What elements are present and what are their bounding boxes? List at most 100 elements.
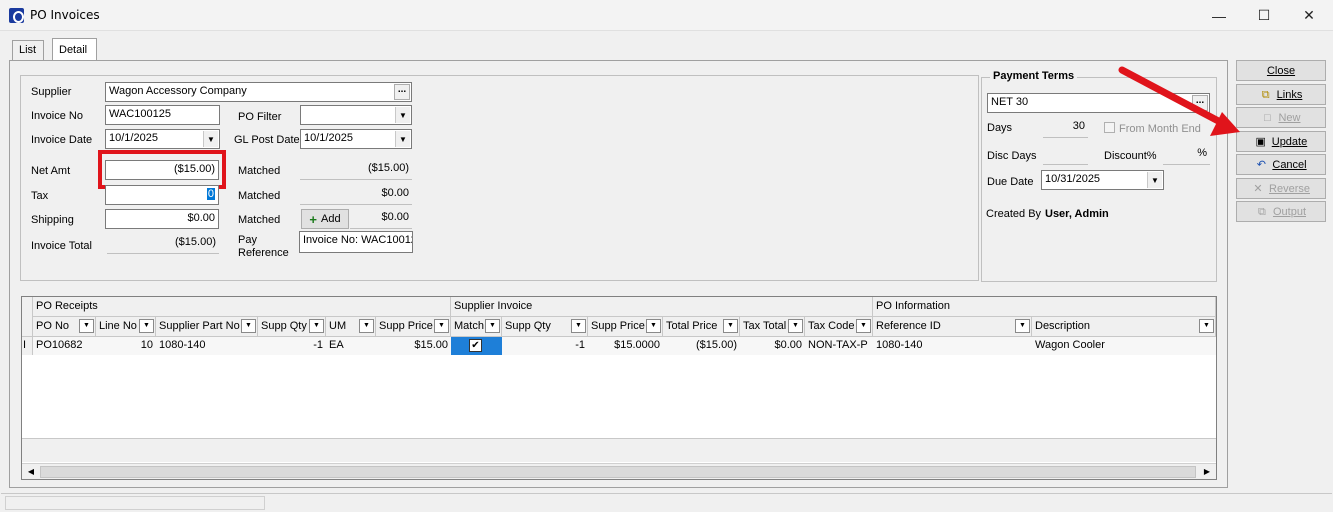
discount-label: Discount% — [1104, 150, 1157, 162]
cell-description[interactable]: Wagon Cooler — [1032, 337, 1216, 355]
cell-supplier-part-no[interactable]: 1080-140 — [156, 337, 258, 355]
gl-post-date-field[interactable]: 10/1/2025 ▼ — [300, 129, 412, 149]
output-icon: ⧉ — [1258, 205, 1266, 218]
filter-dropdown-icon[interactable]: ▼ — [856, 319, 871, 333]
filter-dropdown-icon[interactable]: ▼ — [359, 319, 374, 333]
col-header-line-no[interactable]: Line No ▼ — [96, 317, 156, 337]
scroll-left-icon[interactable]: ◀ — [24, 465, 38, 479]
cell-inv-supp-qty[interactable]: -1 — [502, 337, 588, 355]
supplier-field[interactable]: Wagon Accessory Company ... — [105, 82, 412, 102]
filter-dropdown-icon[interactable]: ▼ — [79, 319, 94, 333]
col-label: Supp Price — [591, 320, 645, 332]
minimize-button[interactable]: — — [1196, 0, 1242, 31]
col-header-supp-price[interactable]: Supp Price ▼ — [376, 317, 451, 337]
filter-dropdown-icon[interactable]: ▼ — [723, 319, 738, 333]
col-header-supp-qty[interactable]: Supp Qty ▼ — [258, 317, 326, 337]
new-button-label: New — [1278, 111, 1301, 124]
created-by-label: Created By — [986, 208, 1042, 220]
due-date-field[interactable]: 10/31/2025 ▼ — [1041, 170, 1164, 190]
col-label: Supp Qty — [261, 320, 307, 332]
new-button[interactable]: □ New — [1236, 107, 1326, 128]
chevron-down-icon[interactable]: ▼ — [395, 107, 410, 123]
close-button[interactable]: Close — [1236, 60, 1326, 81]
cell-total-price[interactable]: ($15.00) — [663, 337, 740, 355]
col-label: Supp Qty — [505, 320, 551, 332]
po-filter-label: PO Filter — [238, 111, 282, 123]
filter-dropdown-icon[interactable]: ▼ — [434, 319, 449, 333]
days-label: Days — [987, 122, 1013, 134]
col-label: Description — [1035, 320, 1091, 332]
links-button[interactable]: ⧉ Links — [1236, 84, 1326, 105]
invoice-no-field[interactable]: WAC100125 — [105, 105, 220, 125]
scroll-right-icon[interactable]: ▶ — [1200, 465, 1214, 479]
reverse-button[interactable]: ✕ Reverse — [1236, 178, 1326, 199]
match-checkbox[interactable]: ✔ — [469, 339, 482, 352]
output-button[interactable]: ⧉ Output — [1236, 201, 1326, 222]
col-header-supplier-part-no[interactable]: Supplier Part No ▼ — [156, 317, 258, 337]
po-filter-select[interactable]: ▼ — [300, 105, 412, 125]
cancel-button[interactable]: ↶ Cancel — [1236, 154, 1326, 175]
grid-footer — [22, 438, 1216, 462]
col-label: Tax Code — [808, 320, 855, 332]
tab-detail[interactable]: Detail — [52, 38, 97, 61]
tab-list[interactable]: List — [12, 40, 44, 61]
col-header-match[interactable]: Match ▼ — [451, 317, 502, 337]
cell-tax-total[interactable]: $0.00 — [740, 337, 805, 355]
chevron-down-icon[interactable]: ▼ — [1147, 172, 1162, 188]
update-button[interactable]: ▣ Update — [1236, 131, 1326, 152]
cell-match[interactable]: ✔ — [451, 337, 502, 355]
col-header-um[interactable]: UM ▼ — [326, 317, 376, 337]
group-header-supplier-invoice: Supplier Invoice — [451, 297, 873, 317]
cell-reference-id[interactable]: 1080-140 — [873, 337, 1032, 355]
reverse-x-icon: ✕ — [1253, 182, 1263, 195]
filter-dropdown-icon[interactable]: ▼ — [1199, 319, 1214, 333]
cell-supp-qty[interactable]: -1 — [258, 337, 326, 355]
col-header-tax-code[interactable]: Tax Code ▼ — [805, 317, 873, 337]
group-header-po-information: PO Information — [873, 297, 1216, 317]
shipping-field[interactable]: $0.00 — [105, 209, 219, 229]
discount-value: % — [1163, 145, 1210, 165]
filter-dropdown-icon[interactable]: ▼ — [646, 319, 661, 333]
gl-post-date-value: 10/1/2025 — [304, 132, 353, 144]
supplier-lookup-button[interactable]: ... — [394, 84, 410, 100]
app-icon — [9, 8, 24, 23]
col-label: PO No — [36, 320, 70, 332]
filter-dropdown-icon[interactable]: ▼ — [139, 319, 154, 333]
scrollbar-thumb[interactable] — [40, 466, 1196, 478]
filter-dropdown-icon[interactable]: ▼ — [485, 319, 500, 333]
cell-supp-price[interactable]: $15.00 — [376, 337, 451, 355]
filter-dropdown-icon[interactable]: ▼ — [1015, 319, 1030, 333]
annotation-arrow-icon — [1118, 66, 1240, 136]
cell-line-no[interactable]: 10 — [96, 337, 156, 355]
add-button[interactable]: + Add — [301, 209, 349, 229]
cell-po-no[interactable]: PO10682 — [33, 337, 96, 355]
gl-post-date-label: GL Post Date — [234, 134, 300, 146]
col-header-reference-id[interactable]: Reference ID ▼ — [873, 317, 1032, 337]
filter-dropdown-icon[interactable]: ▼ — [309, 319, 324, 333]
filter-dropdown-icon[interactable]: ▼ — [788, 319, 803, 333]
chevron-down-icon[interactable]: ▼ — [395, 131, 410, 147]
maximize-button[interactable]: ☐ — [1241, 0, 1287, 31]
cell-tax-code[interactable]: NON-TAX-P — [805, 337, 873, 355]
chevron-down-icon[interactable]: ▼ — [203, 131, 218, 147]
filter-dropdown-icon[interactable]: ▼ — [241, 319, 256, 333]
filter-dropdown-icon[interactable]: ▼ — [571, 319, 586, 333]
col-label: Line No — [99, 320, 137, 332]
cell-inv-supp-price[interactable]: $15.0000 — [588, 337, 663, 355]
invoice-date-field[interactable]: 10/1/2025 ▼ — [105, 129, 220, 149]
shipping-label: Shipping — [31, 214, 74, 226]
horizontal-scrollbar[interactable]: ◀ ▶ — [22, 463, 1216, 479]
close-window-button[interactable]: ✕ — [1286, 0, 1332, 31]
col-header-po-no[interactable]: PO No ▼ — [33, 317, 96, 337]
col-header-tax-total[interactable]: Tax Total ▼ — [740, 317, 805, 337]
col-header-total-price[interactable]: Total Price ▼ — [663, 317, 740, 337]
col-label: Match — [454, 320, 484, 332]
col-header-description[interactable]: Description ▼ — [1032, 317, 1216, 337]
pay-reference-field[interactable]: Invoice No: WAC10012 — [299, 231, 413, 253]
row-indicator[interactable]: I — [22, 337, 33, 355]
tax-value: 0 — [206, 188, 215, 200]
col-header-inv-supp-price[interactable]: Supp Price ▼ — [588, 317, 663, 337]
tax-field[interactable]: 0 — [105, 185, 219, 205]
col-header-inv-supp-qty[interactable]: Supp Qty ▼ — [502, 317, 588, 337]
cell-um[interactable]: EA — [326, 337, 376, 355]
